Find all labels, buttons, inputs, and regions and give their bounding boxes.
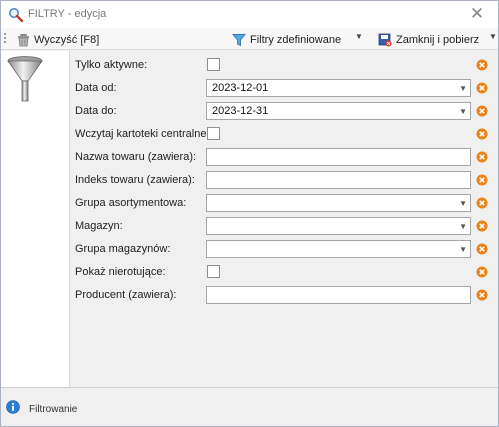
row-date-from: Data od: 2023-12-01 ▼ — [71, 78, 498, 98]
row-date-to: Data do: 2023-12-31 ▼ — [71, 101, 498, 121]
date-to-value: 2023-12-31 — [212, 105, 269, 117]
row-show-idle: Pokaż nierotujące: — [71, 262, 498, 282]
funnel-icon — [232, 33, 246, 46]
close-and-fetch-button[interactable]: Zamknij i pobierz — [378, 31, 479, 48]
left-panel — [1, 51, 70, 387]
clear-field-icon[interactable] — [476, 266, 488, 278]
clear-field-icon[interactable] — [476, 105, 488, 117]
date-to-label: Data do: — [75, 105, 117, 117]
clear-field-icon[interactable] — [476, 82, 488, 94]
clear-field-icon[interactable] — [476, 128, 488, 140]
clear-button-label: Wyczyść [F8] — [34, 33, 100, 46]
row-active-only: Tylko aktywne: — [71, 55, 498, 75]
show-idle-checkbox[interactable] — [207, 265, 220, 278]
toolbar-grip[interactable] — [4, 33, 7, 45]
clear-field-icon[interactable] — [476, 197, 488, 209]
row-warehouse-group: Grupa magazynów: ▼ — [71, 239, 498, 259]
clear-field-icon[interactable] — [476, 220, 488, 232]
clear-field-icon[interactable] — [476, 243, 488, 255]
assortment-group-select[interactable]: ▼ — [206, 194, 471, 212]
clear-field-icon[interactable] — [476, 174, 488, 186]
predefined-filters-label: Filtry zdefiniowane — [250, 33, 342, 46]
chevron-down-icon[interactable]: ▼ — [459, 196, 467, 212]
status-bar: Filtrowanie — [1, 387, 498, 426]
warehouse-group-label: Grupa magazynów: — [75, 243, 171, 255]
warehouse-select[interactable]: ▼ — [206, 217, 471, 235]
warehouse-label: Magazyn: — [75, 220, 123, 232]
trash-icon — [18, 33, 29, 46]
product-index-input[interactable] — [206, 171, 471, 189]
close-dropdown-icon[interactable]: ▼ — [489, 32, 497, 41]
predefined-filters-button[interactable]: Filtry zdefiniowane — [232, 31, 341, 48]
filters-dropdown-icon[interactable]: ▼ — [355, 32, 363, 41]
date-from-input[interactable]: 2023-12-01 ▼ — [206, 79, 471, 97]
clear-field-icon[interactable] — [476, 59, 488, 71]
row-product-index: Indeks towaru (zawiera): — [71, 170, 498, 190]
product-name-label: Nazwa towaru (zawiera): — [75, 151, 197, 163]
search-filter-icon — [9, 8, 24, 23]
date-from-label: Data od: — [75, 82, 117, 94]
row-producer: Producent (zawiera): — [71, 285, 498, 305]
active-only-label: Tylko aktywne: — [75, 59, 148, 71]
product-index-label: Indeks towaru (zawiera): — [75, 174, 195, 186]
clear-field-icon[interactable] — [476, 151, 488, 163]
toolbar: Wyczyść [F8] Filtry zdefiniowane ▼ Zamkn… — [1, 28, 498, 50]
clear-button[interactable]: Wyczyść [F8] — [17, 31, 99, 48]
title-bar: FILTRY - edycja ✕ — [1, 1, 498, 28]
chevron-down-icon[interactable]: ▼ — [459, 242, 467, 258]
chevron-down-icon[interactable]: ▼ — [459, 81, 467, 97]
date-from-value: 2023-12-01 — [212, 82, 269, 94]
producer-input[interactable] — [206, 286, 471, 304]
central-records-checkbox[interactable] — [207, 127, 220, 140]
show-idle-label: Pokaż nierotujące: — [75, 266, 166, 278]
save-close-icon — [378, 33, 392, 46]
assortment-group-label: Grupa asortymentowa: — [75, 197, 187, 209]
product-name-input[interactable] — [206, 148, 471, 166]
active-only-checkbox[interactable] — [207, 58, 220, 71]
row-central-records: Wczytaj kartoteki centralne: — [71, 124, 498, 144]
row-warehouse: Magazyn: ▼ — [71, 216, 498, 236]
info-icon — [6, 400, 20, 414]
clear-field-icon[interactable] — [476, 289, 488, 301]
funnel-large-icon — [7, 56, 43, 102]
window-title: FILTRY - edycja — [28, 8, 107, 20]
date-to-input[interactable]: 2023-12-31 ▼ — [206, 102, 471, 120]
close-icon[interactable]: ✕ — [469, 5, 485, 23]
chevron-down-icon[interactable]: ▼ — [459, 104, 467, 120]
filter-form: Tylko aktywne: Data od: 2023-12-01 ▼ Dat… — [71, 51, 498, 387]
central-records-label: Wczytaj kartoteki centralne: — [75, 128, 210, 140]
row-assortment-group: Grupa asortymentowa: ▼ — [71, 193, 498, 213]
row-product-name: Nazwa towaru (zawiera): — [71, 147, 498, 167]
close-and-fetch-label: Zamknij i pobierz — [396, 33, 480, 46]
chevron-down-icon[interactable]: ▼ — [459, 219, 467, 235]
producer-label: Producent (zawiera): — [75, 289, 177, 301]
filter-dialog: FILTRY - edycja ✕ Wyczyść [F8] Filtry zd… — [0, 0, 499, 427]
status-text: Filtrowanie — [29, 404, 78, 415]
warehouse-group-select[interactable]: ▼ — [206, 240, 471, 258]
